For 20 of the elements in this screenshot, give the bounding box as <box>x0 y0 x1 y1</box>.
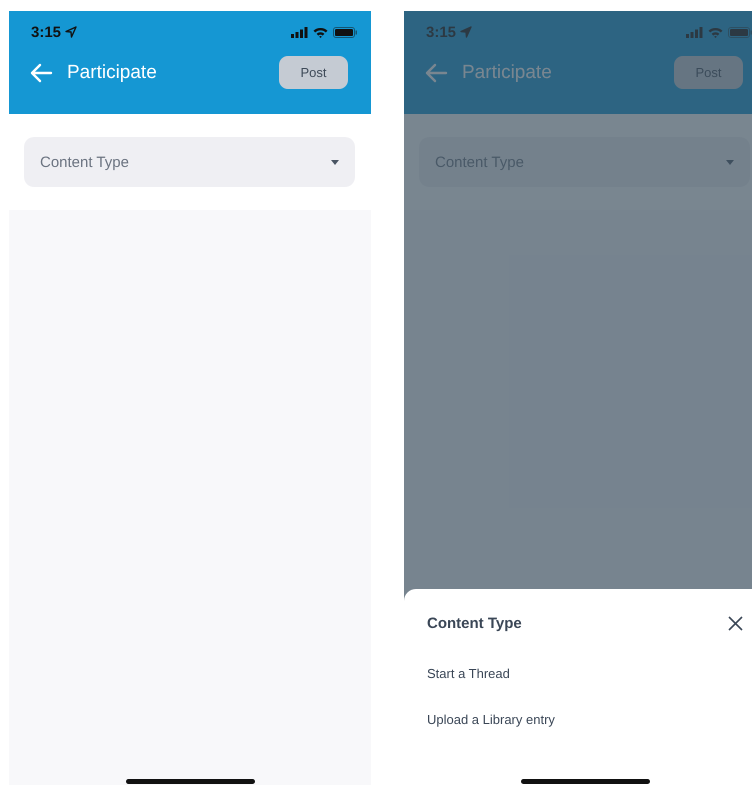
screen-title: Participate <box>462 62 552 84</box>
location-arrow-icon <box>65 26 78 38</box>
back-arrow-icon[interactable] <box>29 62 53 82</box>
battery-icon <box>333 26 357 38</box>
sheet-title: Content Type <box>427 615 522 632</box>
dropdown-caret-icon <box>331 160 339 164</box>
wifi-icon <box>708 26 723 38</box>
back-arrow-icon[interactable] <box>424 62 448 82</box>
signal-icon <box>686 26 703 38</box>
status-time: 3:15 <box>426 24 456 40</box>
location-arrow-icon <box>460 26 472 38</box>
sheet-option[interactable]: Start a Thread <box>427 666 510 681</box>
content-type-dropdown[interactable]: Content Type <box>24 137 355 187</box>
wifi-icon <box>313 26 328 38</box>
dropdown-caret-icon <box>726 160 734 164</box>
screen-title: Participate <box>67 62 157 84</box>
sheet-option[interactable]: Upload a Library entry <box>427 712 555 727</box>
status-time: 3:15 <box>31 24 62 40</box>
signal-icon <box>291 26 308 38</box>
close-icon[interactable] <box>728 616 743 631</box>
